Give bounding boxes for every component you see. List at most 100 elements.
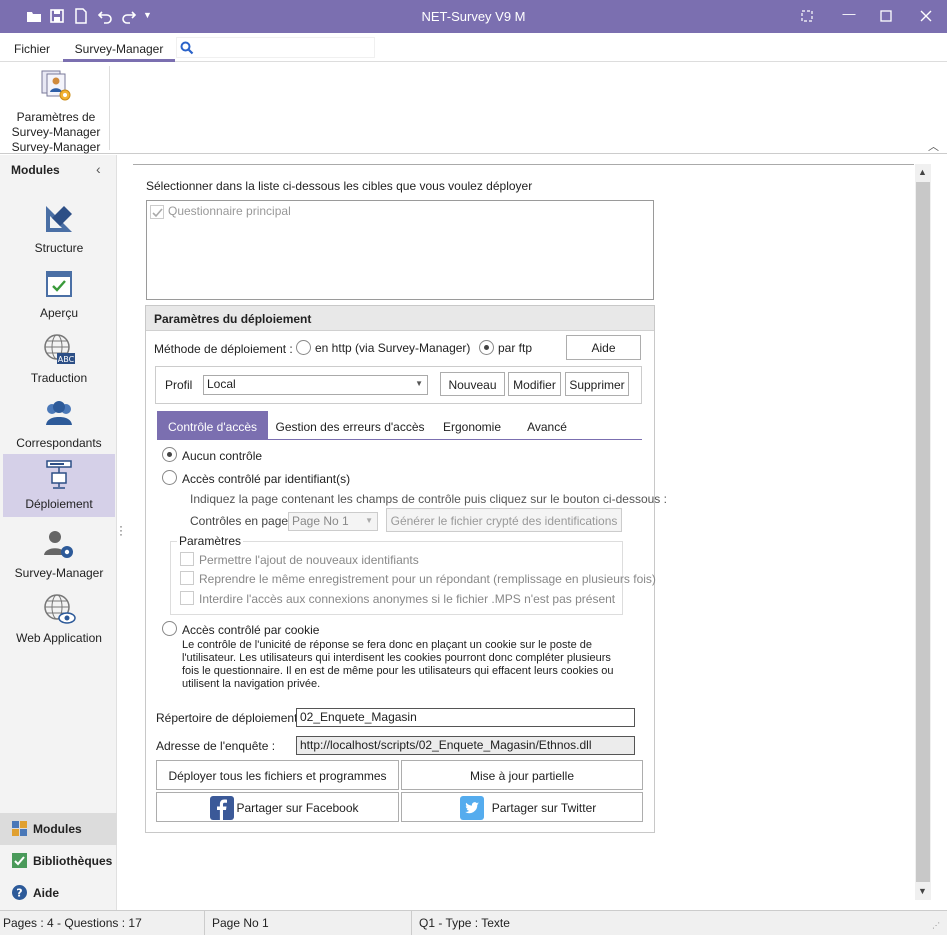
url-input[interactable]: http://localhost/scripts/02_Enquete_Maga… [296, 736, 635, 755]
cookie-text-line: l'utilisateur. Les utilisateurs qui inte… [182, 652, 611, 664]
survey-manager-settings-button[interactable]: Paramètres de Survey-Manager Survey-Mana… [8, 68, 104, 155]
share-twitter-button[interactable]: Partager sur Twitter [401, 792, 643, 822]
collapse-chevron-icon[interactable]: ‹ [96, 161, 101, 177]
close-button[interactable] [911, 6, 941, 26]
deploy-panel-header: Paramètres du déploiement [146, 306, 654, 331]
dropdown-arrow-icon: ▼ [415, 379, 423, 388]
sidebar-item-label: Correspondants [16, 436, 102, 450]
access-id-radio[interactable] [162, 470, 177, 485]
scrollbar-thumb[interactable] [916, 182, 930, 882]
url-label: Adresse de l'enquête : [156, 739, 276, 753]
dir-label: Répertoire de déploiement : [156, 711, 305, 725]
access-cookie-radio[interactable] [162, 621, 177, 636]
search-icon [180, 41, 194, 55]
help-button[interactable]: Aide [566, 335, 641, 360]
minimize-button[interactable]: — [834, 6, 864, 26]
facebook-icon [210, 796, 234, 820]
modules-sidebar: Modules ‹ Structure Aperçu ABC Traductio… [0, 155, 117, 910]
sidebar-item-label: Structure [34, 241, 84, 255]
new-profile-button[interactable]: Nouveau [440, 372, 505, 396]
partial-update-button[interactable]: Mise à jour partielle [401, 760, 643, 790]
sidebar-header: Modules [11, 163, 60, 177]
ribbon-collapse-icon[interactable]: ︿ [928, 138, 939, 154]
tab-access-control[interactable]: Contrôle d'accès [157, 411, 268, 440]
targets-instruction: Sélectionner dans la liste ci-dessous le… [146, 179, 533, 193]
status-pages: Pages : 4 - Questions : 17 [3, 916, 142, 930]
preview-window-icon [46, 271, 72, 297]
sidebar-item-survey-manager[interactable]: Survey-Manager [3, 523, 115, 586]
deploy-server-icon [46, 460, 72, 489]
tab-access-errors[interactable]: Gestion des erreurs d'accès [271, 411, 429, 440]
sidebar-bottom-label: Bibliothèques [33, 854, 113, 868]
settings-users-icon [41, 70, 71, 101]
sidebar-bottom-aide[interactable]: ? Aide [0, 877, 117, 909]
sidebar-bottom-label: Modules [33, 822, 82, 836]
sidebar-item-traduction[interactable]: ABC Traduction [3, 328, 115, 391]
cookie-text-line: fois le questionnaire. Il en est de même… [182, 665, 614, 677]
sidebar-item-deploiement[interactable]: Déploiement [3, 454, 115, 517]
param-label: Permettre l'ajout de nouveaux identifian… [199, 553, 419, 567]
sidebar-item-label: Aperçu [39, 306, 79, 320]
vertical-scrollbar[interactable]: ▲ ▼ [915, 164, 931, 900]
search-input[interactable] [176, 37, 375, 58]
ribbon-button-label-line1: Paramètres de [16, 110, 96, 124]
profile-select[interactable]: Local ▼ [203, 375, 428, 395]
sidebar-bottom-bibliotheques[interactable]: Bibliothèques [0, 845, 117, 877]
access-cookie-label: Accès contrôlé par cookie [182, 623, 320, 637]
param-checkbox[interactable] [180, 591, 194, 605]
sidebar-bottom-modules[interactable]: Modules [0, 813, 117, 845]
sidebar-bottom-label: Aide [33, 886, 60, 900]
tab-fichier[interactable]: Fichier [14, 42, 50, 56]
access-none-radio[interactable] [162, 447, 177, 462]
delete-profile-button[interactable]: Supprimer [565, 372, 629, 396]
profile-label: Profil [165, 378, 193, 392]
splitter-handle[interactable]: · · · [119, 520, 123, 540]
targets-list: Questionnaire principal [146, 200, 654, 300]
param-label: Interdire l'accès aux connexions anonyme… [199, 592, 616, 606]
pages-select[interactable]: Page No 1 ▼ [288, 512, 378, 531]
dir-input[interactable]: 02_Enquete_Magasin [296, 708, 635, 727]
access-id-hint: Indiquez la page contenant les champs de… [190, 492, 667, 506]
ribbon-button-label-line2: Survey-Manager [11, 125, 101, 139]
fullscreen-icon[interactable] [792, 6, 822, 26]
sidebar-item-structure[interactable]: Structure [3, 198, 115, 261]
target-checkbox[interactable] [150, 205, 164, 219]
scroll-down-icon[interactable]: ▼ [918, 886, 927, 896]
ribbon-panel: Paramètres de Survey-Manager Survey-Mana… [0, 62, 947, 154]
scroll-up-icon[interactable]: ▲ [918, 167, 927, 177]
tab-underline [157, 439, 642, 440]
param-checkbox[interactable] [180, 571, 194, 585]
resize-grip-icon[interactable]: ⋰ [932, 921, 940, 930]
sidebar-item-web-application[interactable]: Web Application [3, 588, 115, 651]
cookie-text-line: utilisent la navigation privée. [182, 678, 321, 690]
profile-value: Local [207, 377, 236, 391]
edit-profile-button[interactable]: Modifier [508, 372, 561, 396]
sidebar-item-correspondants[interactable]: Correspondants [3, 393, 115, 456]
title-bar: ▼ NET-Survey V9 M — [0, 0, 947, 33]
globe-eye-icon [44, 594, 76, 624]
access-none-label: Aucun contrôle [182, 449, 263, 463]
method-ftp-radio[interactable] [479, 340, 494, 355]
maximize-button[interactable] [871, 6, 901, 26]
help-icon: ? [12, 885, 27, 900]
facebook-label: Partager sur Facebook [236, 801, 359, 815]
share-facebook-button[interactable]: Partager sur Facebook [156, 792, 399, 822]
target-label: Questionnaire principal [168, 204, 291, 218]
tab-avance[interactable]: Avancé [515, 411, 579, 440]
sidebar-item-label: Survey-Manager [14, 566, 104, 580]
method-http-radio[interactable] [296, 340, 311, 355]
status-page: Page No 1 [212, 916, 269, 930]
twitter-label: Partager sur Twitter [491, 801, 597, 815]
status-bar: Pages : 4 - Questions : 17 Page No 1 Q1 … [0, 910, 947, 935]
sidebar-item-label: Traduction [30, 371, 88, 385]
sidebar-item-apercu[interactable]: Aperçu [3, 263, 115, 326]
param-checkbox[interactable] [180, 552, 194, 566]
status-separator [411, 911, 412, 935]
ribbon-tabs: Fichier Survey-Manager [0, 33, 947, 62]
ribbon-group-label: Survey-Manager [11, 140, 101, 154]
tab-ergonomie[interactable]: Ergonomie [433, 411, 511, 440]
generate-file-button[interactable]: Générer le fichier crypté des identifica… [386, 508, 622, 532]
tab-survey-manager[interactable]: Survey-Manager [63, 38, 175, 62]
method-ftp-label: par ftp [498, 341, 533, 355]
deploy-all-button[interactable]: Déployer tous les fichiers et programmes [156, 760, 399, 790]
